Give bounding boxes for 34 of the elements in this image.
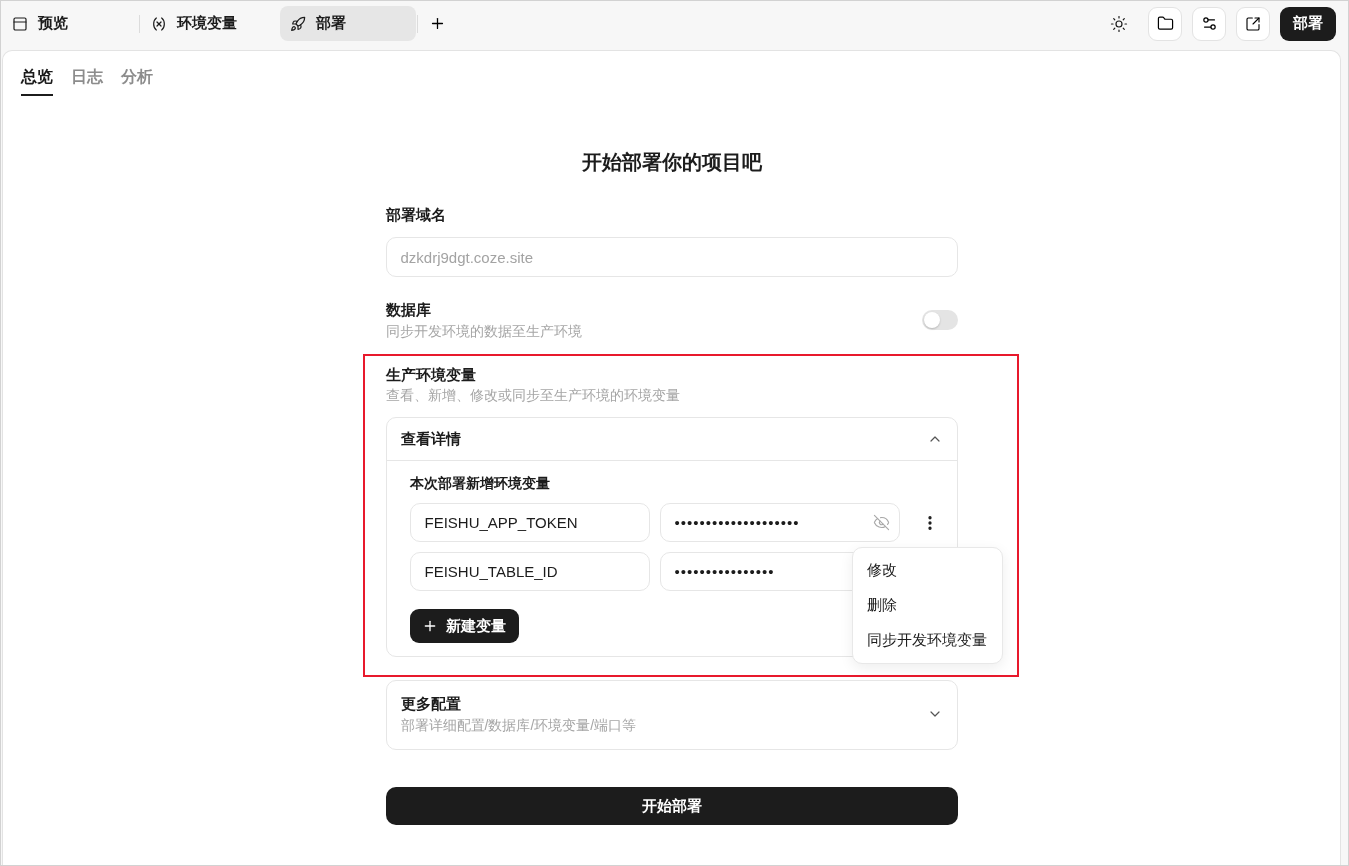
settings-button[interactable] <box>1192 6 1226 41</box>
external-link-button[interactable] <box>1236 6 1270 41</box>
external-link-icon <box>1245 15 1261 32</box>
sliders-icon <box>1200 15 1218 32</box>
field-label: 数据库 <box>385 300 432 320</box>
input-field[interactable]: FEISHU_APP_TOKEN <box>409 503 650 542</box>
folder-button[interactable] <box>1148 6 1182 41</box>
sub-tab[interactable]: 总览 <box>21 51 53 96</box>
sun-icon[interactable] <box>1110 14 1128 33</box>
card-description: 部署详细配置/数据库/环境变量/端口等 <box>400 716 637 735</box>
tab[interactable]: 部署 <box>280 6 416 41</box>
deploy-button[interactable]: 部署 <box>1280 6 1336 41</box>
card-title: 更多配置 <box>400 694 462 714</box>
variable-icon <box>151 15 167 32</box>
field-label: 部署域名 <box>385 205 447 225</box>
input-field[interactable]: FEISHU_TABLE_ID <box>409 552 650 591</box>
accordion-header[interactable]: 查看详情 <box>386 418 957 461</box>
add-variable-button[interactable]: 新建变量 <box>409 609 519 643</box>
tab[interactable]: 预览 <box>2 6 138 41</box>
tab[interactable]: 环境变量 <box>141 6 277 41</box>
page-title: 开始部署你的项目吧 <box>580 150 763 175</box>
window-icon <box>12 15 28 32</box>
accordion-card[interactable]: 更多配置 部署详细配置/数据库/环境变量/端口等 <box>385 680 958 750</box>
field-description: 查看、新增、修改或同步至生产环境的环境变量 <box>385 386 681 405</box>
section-subtitle: 本次部署新增环境变量 <box>409 474 551 493</box>
password-field[interactable]: •••••••••••••••••••• <box>659 503 900 542</box>
field-description: 同步开发环境的数据至生产环境 <box>385 322 582 341</box>
rocket-icon <box>290 15 306 32</box>
menu-item[interactable]: 删除 <box>852 588 1002 623</box>
toggle-switch[interactable] <box>921 310 958 330</box>
start-deploy-button[interactable]: 开始部署 <box>385 787 958 825</box>
folder-icon <box>1156 15 1174 32</box>
menu-item[interactable]: 同步开发环境变量 <box>852 623 1002 658</box>
field-label: 生产环境变量 <box>385 365 477 385</box>
